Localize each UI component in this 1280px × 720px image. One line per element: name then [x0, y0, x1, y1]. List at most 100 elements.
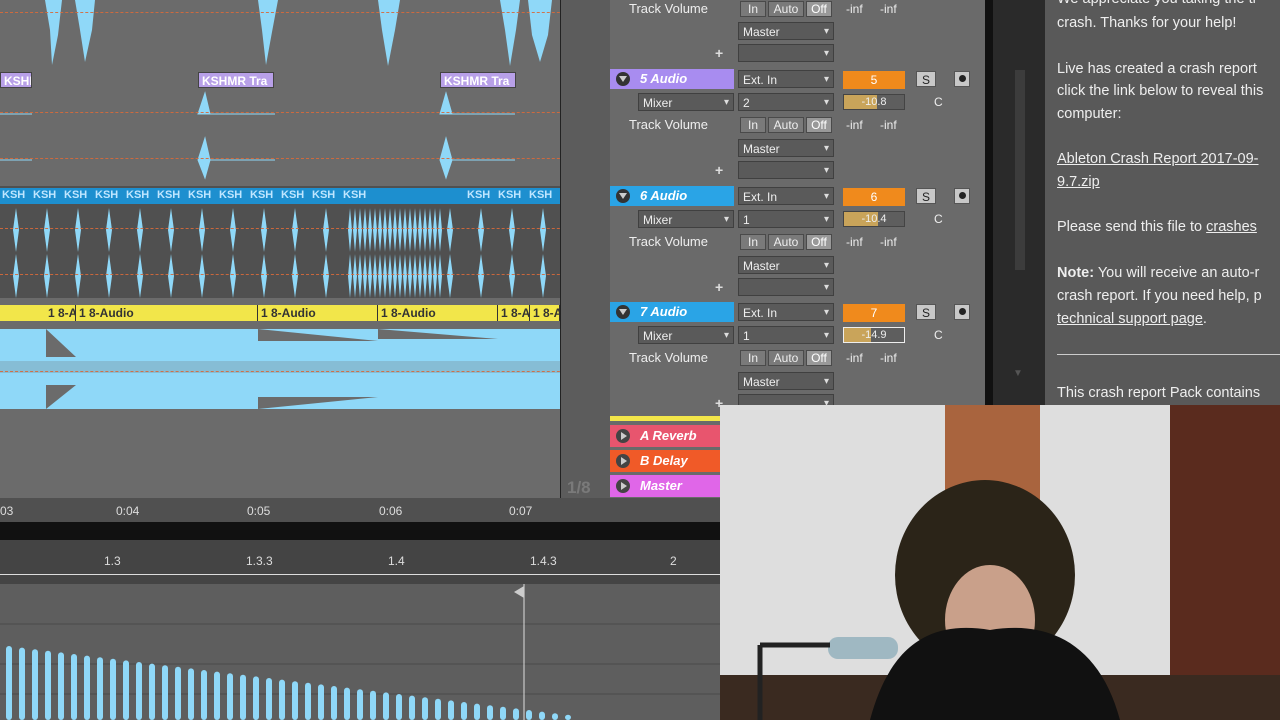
play-icon[interactable] — [616, 479, 630, 493]
clip-header[interactable]: 1 8-A — [498, 305, 530, 321]
add-icon[interactable]: + — [715, 279, 723, 295]
output-routing[interactable]: Master — [738, 372, 834, 391]
solo-button[interactable]: S — [916, 188, 936, 204]
input-type[interactable]: Ext. In — [738, 70, 834, 89]
output-sub[interactable] — [738, 44, 834, 63]
crossfade-button[interactable]: C — [934, 95, 943, 109]
input-type[interactable]: Ext. In — [738, 303, 834, 322]
mixer-dropdown[interactable]: Mixer — [638, 93, 734, 112]
track-volume-label[interactable]: Track Volume — [629, 117, 708, 132]
input-channel[interactable]: 2 — [738, 93, 834, 112]
volume-field[interactable]: -14.9 — [843, 327, 905, 343]
solo-button[interactable]: S — [916, 304, 936, 320]
clip-label[interactable]: KSH — [498, 189, 521, 201]
output-routing[interactable]: Master — [738, 22, 834, 41]
clip-label[interactable]: KSH — [64, 189, 87, 201]
clip-label[interactable]: KSH — [529, 189, 552, 201]
track-title[interactable]: 6 Audio — [610, 186, 734, 206]
clip-header[interactable]: KSHMR Tra — [198, 72, 274, 88]
track-lane-4[interactable] — [0, 0, 560, 68]
clip-label[interactable]: KSH — [188, 189, 211, 201]
input-channel[interactable]: 1 — [738, 326, 834, 345]
clip-label[interactable]: KSH — [157, 189, 180, 201]
volume-field[interactable]: -10.4 — [843, 211, 905, 227]
track-number[interactable]: 5 — [843, 71, 905, 89]
track-number[interactable]: 7 — [843, 304, 905, 322]
track-volume-label[interactable]: Track Volume — [629, 350, 708, 365]
clip-header[interactable]: 1 8-Audio — [378, 305, 498, 321]
output-routing[interactable]: Master — [738, 139, 834, 158]
track-title[interactable]: 5 Audio — [610, 69, 734, 89]
clip-label[interactable]: KSH — [312, 189, 335, 201]
support-link[interactable]: technical support page — [1057, 311, 1203, 327]
time-ruler[interactable]: 03 0:04 0:05 0:06 0:07 — [0, 498, 720, 522]
mixer-dropdown[interactable]: Mixer — [638, 210, 734, 229]
master-track[interactable]: Master — [610, 475, 720, 497]
crash-report-link[interactable]: Ableton Crash Report 2017-09- — [1057, 148, 1280, 171]
crossfade-button[interactable]: C — [934, 212, 943, 226]
collapse-icon[interactable] — [616, 189, 630, 203]
clip-label[interactable]: KSH — [95, 189, 118, 201]
track-volume-label[interactable]: Track Volume — [629, 1, 708, 16]
clip-label[interactable]: KSH — [467, 189, 490, 201]
output-routing[interactable]: Master — [738, 256, 834, 275]
play-icon[interactable] — [616, 454, 630, 468]
clip-label[interactable]: KSH — [126, 189, 149, 201]
empty-area[interactable] — [0, 415, 560, 498]
crossfade-button[interactable]: C — [934, 328, 943, 342]
track-number[interactable]: 6 — [843, 188, 905, 206]
clip-label[interactable]: KSH — [219, 189, 242, 201]
clip-label[interactable]: KSH — [250, 189, 273, 201]
track-lane-7[interactable]: 1 8-A 1 8-Audio 1 8-Audio 1 8-Audio 1 8-… — [0, 303, 560, 415]
in-button[interactable]: In — [740, 350, 766, 366]
clip-label[interactable]: KSH — [281, 189, 304, 201]
auto-button[interactable]: Auto — [768, 117, 804, 133]
clip-header[interactable]: 1 8-A — [530, 305, 560, 321]
return-track-a-reverb[interactable]: A Reverb — [610, 425, 720, 447]
in-button[interactable]: In — [740, 234, 766, 250]
crash-report-link-cont[interactable]: 9.7.zip — [1057, 171, 1280, 194]
off-button[interactable]: Off — [806, 117, 832, 133]
arm-button[interactable] — [954, 188, 970, 204]
clip-header[interactable]: 1 8-Audio — [76, 305, 258, 321]
input-channel[interactable]: 1 — [738, 210, 834, 229]
beat-ruler[interactable]: 1.3 1.3.3 1.4 1.4.3 2 — [0, 540, 720, 584]
mixer-dropdown[interactable]: Mixer — [638, 326, 734, 345]
arrangement-view[interactable]: KSHMR Tra KSHMR Tra KSHMR Tra KSHKSHKSHK… — [0, 0, 560, 498]
return-track-b-delay[interactable]: B Delay — [610, 450, 720, 472]
in-button[interactable]: In — [740, 1, 766, 17]
input-type[interactable]: Ext. In — [738, 187, 834, 206]
clip-header[interactable]: KSHMR Tra — [440, 72, 516, 88]
clip-label[interactable]: KSH — [343, 189, 366, 201]
track-lane-5[interactable]: KSHMR Tra KSHMR Tra KSHMR Tra — [0, 70, 560, 182]
track-lane-6[interactable]: KSH KSH KSH KSH KSH KSH KSH KSH KSH KSH KSH KSH KSH K… — [0, 186, 560, 298]
play-icon[interactable] — [616, 429, 630, 443]
output-sub[interactable] — [738, 161, 834, 180]
clip-label[interactable]: KSH — [33, 189, 56, 201]
output-sub[interactable] — [738, 278, 834, 297]
volume-field[interactable]: -10.8 — [843, 94, 905, 110]
add-icon[interactable]: + — [715, 45, 723, 61]
arm-button[interactable] — [954, 71, 970, 87]
arm-button[interactable] — [954, 304, 970, 320]
clip-strip[interactable]: KSH KSH KSH KSH KSH KSH KSH KSH KSH KSH KSH KSH KSH K… — [0, 188, 560, 204]
scroll-down-icon[interactable]: ▼ — [1013, 368, 1023, 379]
track-volume-label[interactable]: Track Volume — [629, 234, 708, 249]
solo-button[interactable]: S — [916, 71, 936, 87]
email-link[interactable]: crashes — [1206, 219, 1257, 235]
clip-editor[interactable] — [0, 584, 720, 720]
collapse-icon[interactable] — [616, 305, 630, 319]
in-button[interactable]: In — [740, 117, 766, 133]
off-button[interactable]: Off — [806, 1, 832, 17]
scrollbar[interactable] — [1015, 70, 1025, 270]
collapse-icon[interactable] — [616, 72, 630, 86]
track-title[interactable]: 7 Audio — [610, 302, 734, 322]
auto-button[interactable]: Auto — [768, 350, 804, 366]
auto-button[interactable]: Auto — [768, 234, 804, 250]
clip-label[interactable]: KSH — [2, 189, 25, 201]
clip-header[interactable]: 1 8-A — [0, 305, 76, 321]
off-button[interactable]: Off — [806, 350, 832, 366]
clip-header[interactable]: 1 8-Audio — [258, 305, 378, 321]
add-icon[interactable]: + — [715, 162, 723, 178]
off-button[interactable]: Off — [806, 234, 832, 250]
